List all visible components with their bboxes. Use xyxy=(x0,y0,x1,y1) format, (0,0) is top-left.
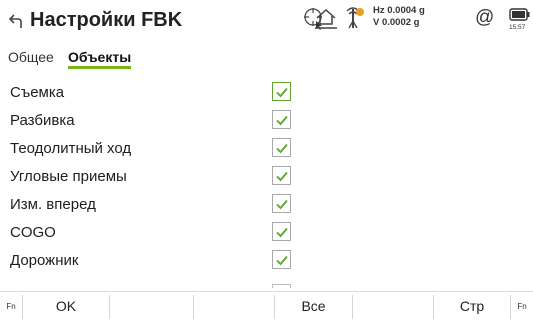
back-arrow-icon[interactable] xyxy=(6,11,26,31)
list-item-partial xyxy=(0,278,533,288)
checkbox-measure-forward[interactable] xyxy=(272,194,291,213)
angle-readout: Hz 0.0004 g V 0.0002 g xyxy=(373,5,425,29)
hz-readout-line: Hz 0.0004 g xyxy=(373,5,425,16)
checkmark-icon xyxy=(276,199,288,210)
list-item-stakeout[interactable]: Разбивка xyxy=(0,108,533,136)
v-readout-line: V 0.0002 g xyxy=(373,17,420,28)
f5-button[interactable] xyxy=(353,292,433,320)
checkbox-cogo[interactable] xyxy=(272,222,291,241)
row-label: COGO xyxy=(10,224,56,241)
fn-right-key[interactable]: Fn xyxy=(511,292,533,320)
title-bar: Настройки FBK Hz 0.0004 g V 0.0002 g @ 1… xyxy=(0,0,533,42)
row-label: Съемка xyxy=(10,84,65,101)
checkmark-icon xyxy=(276,143,288,154)
antenna-signal-icon[interactable] xyxy=(344,6,366,37)
row-label: Дорожник xyxy=(10,252,79,269)
checkmark-icon xyxy=(276,115,288,126)
page-title: Настройки FBK xyxy=(30,9,183,31)
list-item-traverse[interactable]: Теодолитный ход xyxy=(0,136,533,164)
checkbox-traverse[interactable] xyxy=(272,138,291,157)
checkbox-survey[interactable] xyxy=(272,82,291,101)
f6-page-button[interactable]: Стр xyxy=(434,292,510,320)
row-label: Изм. вперед xyxy=(10,196,96,213)
checkmark-icon xyxy=(276,227,288,238)
checkbox-road[interactable] xyxy=(272,250,291,269)
checkmark-icon xyxy=(276,171,288,182)
tab-general[interactable]: Общее xyxy=(8,49,54,65)
f1-ok-button[interactable]: OK xyxy=(23,292,109,320)
checkbox-angle-sets[interactable] xyxy=(272,166,291,185)
list-item-measure-forward[interactable]: Изм. вперед xyxy=(0,192,533,220)
tab-objects[interactable]: Объекты xyxy=(68,49,132,69)
checkmark-icon xyxy=(276,255,288,266)
f2-button[interactable] xyxy=(110,292,193,320)
row-label: Теодолитный ход xyxy=(10,140,132,157)
checkbox-partial xyxy=(272,284,291,288)
list-item-cogo[interactable]: COGO xyxy=(0,220,533,248)
row-label: Угловые приемы xyxy=(10,168,127,185)
function-key-bar: Fn OK Все Стр Fn xyxy=(0,291,533,320)
f3-button[interactable] xyxy=(194,292,274,320)
list-item-angle-sets[interactable]: Угловые приемы xyxy=(0,164,533,192)
list-item-survey[interactable]: Съемка xyxy=(0,80,533,108)
row-label: Разбивка xyxy=(10,112,75,129)
f4-all-button[interactable]: Все xyxy=(275,292,352,320)
battery-icon xyxy=(509,8,530,21)
at-icon[interactable]: @ xyxy=(475,7,494,29)
checkbox-stakeout[interactable] xyxy=(272,110,291,129)
list-item-road[interactable]: Дорожник xyxy=(0,248,533,276)
fn-left-key[interactable]: Fn xyxy=(0,292,22,320)
checkmark-icon xyxy=(276,87,288,98)
clock-text: 15:57 xyxy=(509,24,526,31)
